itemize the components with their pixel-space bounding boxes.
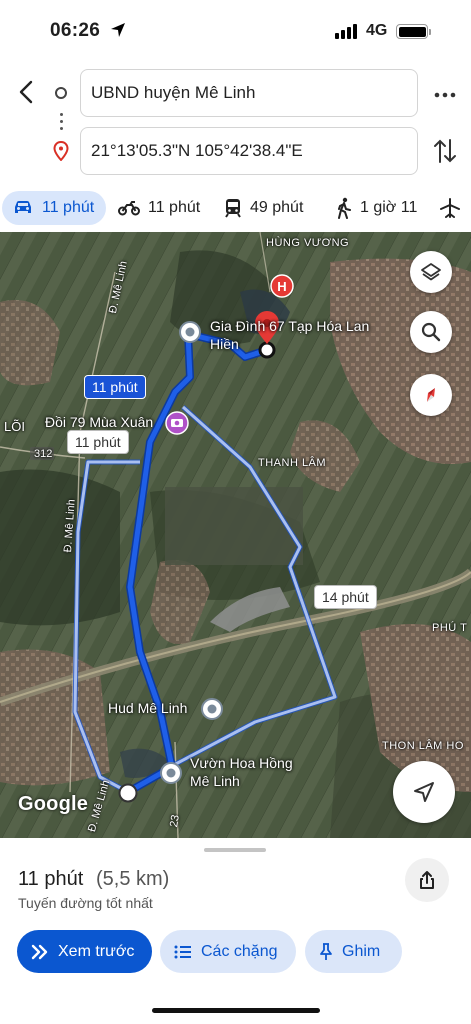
swap-vertical-icon[interactable]: [432, 136, 458, 166]
car-icon: [15, 201, 31, 213]
search-icon: [421, 322, 441, 342]
preview-button[interactable]: Xem trước: [17, 930, 152, 973]
navigation-arrow-icon: [414, 782, 434, 802]
route-subtitle: Tuyến đường tốt nhất: [18, 895, 153, 911]
search-along-route-button[interactable]: [410, 311, 452, 353]
transit-icon: [225, 199, 241, 218]
map-label-thon-lam-ho: THON LÂM HO: [382, 740, 464, 752]
origin-field[interactable]: UBND huyện Mê Linh: [80, 69, 418, 117]
map-view[interactable]: H HÙNG VƯƠNG Đ. Mê Linh LÕI 312 THANH LÂ…: [0, 232, 471, 838]
compass-icon: [427, 388, 435, 402]
steps-button-label: Các chặng: [201, 942, 278, 960]
tab-motorcycle-label: 11 phút: [148, 199, 201, 216]
preview-button-label: Xem trước: [58, 942, 135, 960]
map-label-hung-vuong: HÙNG VƯƠNG: [266, 237, 350, 249]
destination-poi-label[interactable]: Gia Đình 67 Tạp Hóa Lan Hiền: [210, 317, 370, 353]
poi-label-hud-me-linh[interactable]: Hud Mê Linh: [108, 699, 187, 717]
google-attribution: Google: [18, 793, 89, 815]
sheet-drag-handle[interactable]: [204, 848, 266, 852]
share-icon: [420, 871, 434, 889]
origin-circle-icon: [55, 87, 67, 99]
map-label-loi: LÕI: [4, 419, 25, 434]
status-time: 06:26: [50, 20, 101, 41]
route-badge-alt-2[interactable]: 14 phút: [314, 585, 377, 609]
route-duration: 11 phút: [18, 868, 84, 890]
compass-button[interactable]: [410, 374, 452, 416]
map-label-road-312: 312: [34, 448, 53, 460]
battery-icon: [396, 24, 428, 39]
route-summary-sheet: 11 phút (5,5 km) Tuyến đường tốt nhất Xe…: [0, 838, 471, 1024]
chevron-left-icon[interactable]: [12, 76, 40, 108]
pin-icon: [320, 942, 332, 960]
battery-tip: [429, 29, 431, 35]
walk-icon: [338, 197, 351, 219]
home-indicator[interactable]: [152, 1008, 320, 1013]
route-badge-alt-1[interactable]: 11 phút: [67, 430, 129, 454]
tab-drive[interactable]: 11 phút: [2, 191, 107, 225]
tab-walk-label: 1 giờ 11: [360, 199, 418, 216]
list-icon: [174, 945, 191, 958]
poi-label-doi-79[interactable]: Đồi 79 Mùa Xuân: [45, 413, 153, 431]
route-badge-main[interactable]: 11 phút: [84, 375, 146, 399]
map-label-phu-t: PHÚ T: [432, 622, 468, 634]
tab-walk[interactable]: 1 giờ 11: [336, 191, 417, 225]
share-button[interactable]: [405, 858, 449, 902]
svg-text:H: H: [277, 279, 286, 294]
travel-mode-tabs: 11 phút 11 phút 49 phút 1 giờ 11: [0, 188, 471, 230]
destination-pin-icon: [53, 141, 69, 161]
destination-field[interactable]: 21°13'05.3"N 105°42'38.4"E: [80, 127, 418, 175]
tab-drive-label: 11 phút: [42, 199, 95, 216]
tab-motorcycle[interactable]: 11 phút: [118, 191, 200, 225]
layers-button[interactable]: [410, 251, 452, 293]
my-location-button[interactable]: [393, 761, 455, 823]
tab-transit[interactable]: 49 phút: [224, 191, 303, 225]
steps-button[interactable]: Các chặng: [160, 930, 296, 973]
cellular-signal-icon: [335, 24, 357, 39]
plane-icon: [440, 198, 460, 218]
double-chevron-right-icon: [31, 944, 48, 959]
pin-button-label: Ghim: [342, 942, 381, 960]
status-bar: 06:26 4G: [0, 0, 471, 56]
route-distance: (5,5 km): [96, 868, 170, 890]
location-arrow-icon: [111, 23, 125, 37]
tab-transit-label: 49 phút: [250, 199, 304, 216]
pin-button[interactable]: Ghim: [305, 930, 402, 973]
motorcycle-icon: [118, 201, 140, 216]
network-type: 4G: [366, 22, 388, 39]
layers-icon: [421, 263, 441, 281]
map-label-road-23: 23: [168, 813, 182, 829]
tab-flight[interactable]: [440, 191, 460, 225]
map-label-thanh-lam: THANH LÂM: [258, 457, 327, 469]
route-dots-icon: [60, 113, 63, 130]
more-horizontal-icon[interactable]: [432, 83, 458, 107]
poi-label-vuon-hoa[interactable]: Vườn Hoa Hồng Mê Linh: [190, 754, 310, 790]
